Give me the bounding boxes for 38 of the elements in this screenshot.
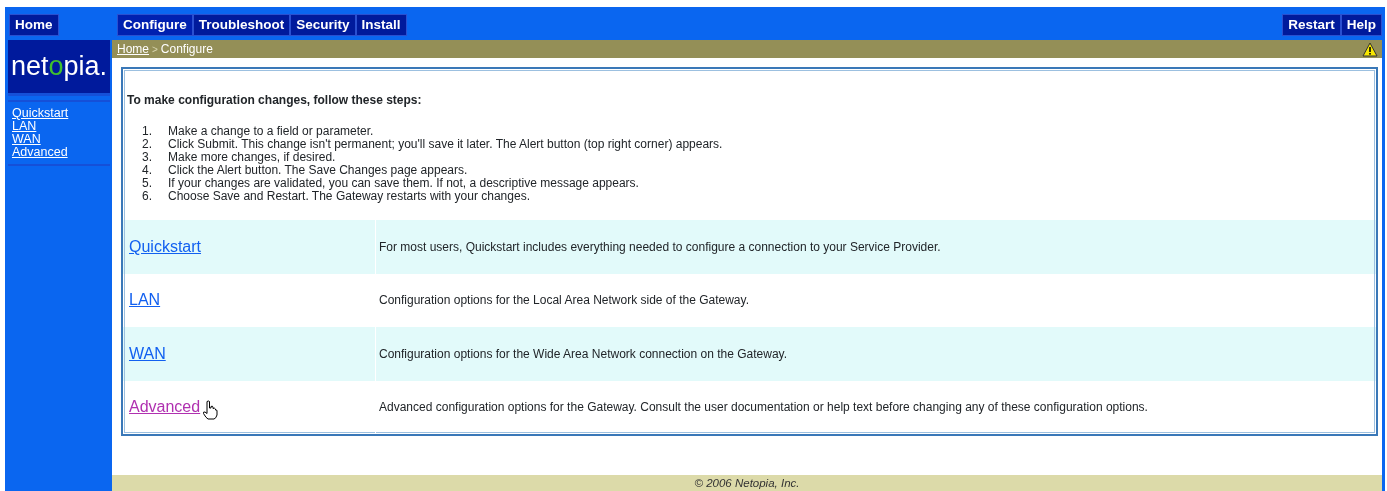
step-text: Make a change to a field or parameter. <box>168 125 374 138</box>
step-number: 6. <box>142 190 153 203</box>
section-description: Configuration options for the Wide Area Network connection on the Gateway. <box>378 345 787 363</box>
breadcrumb-link[interactable]: Home <box>117 40 149 58</box>
breadcrumb-separator: > <box>152 42 158 57</box>
step-number: 4. <box>142 164 153 177</box>
step-text: Click the Alert button. The Save Changes page appears. <box>168 164 468 177</box>
section-link[interactable]: LAN <box>129 288 161 313</box>
section-link[interactable]: Quickstart <box>129 234 201 259</box>
step-number: 1. <box>142 125 153 138</box>
breadcrumb-current: Configure <box>160 41 213 58</box>
nav-tab[interactable]: Restart <box>1282 13 1341 36</box>
footer-text: © 2006 Netopia, Inc. <box>112 475 1382 491</box>
instructions-heading: To make configuration changes, follow these steps: <box>127 92 423 109</box>
step-text: Click Submit. This change isn't permanent; you'll save it later. The Alert button (top right corner) appears. <box>168 138 723 151</box>
warning-icon[interactable] <box>1362 41 1378 57</box>
section-link[interactable]: WAN <box>129 341 166 366</box>
step-number: 3. <box>142 151 153 164</box>
nav-tab[interactable]: Troubleshoot <box>192 13 291 36</box>
section-description: For most users, Quickstart includes everything needed to configure a connection to your Service Provider. <box>378 238 941 256</box>
nav-tab[interactable]: Install <box>355 13 407 36</box>
section-description: Advanced configuration options for the Gateway. Consult the user documentation or help text before changing any of these configuration options. <box>378 399 1148 417</box>
step-number: 5. <box>142 177 153 190</box>
nav-tab[interactable]: Home <box>9 13 59 36</box>
step-text: Make more changes, if desired. <box>168 151 336 164</box>
sidebar-link[interactable]: WAN <box>12 133 106 146</box>
nav-tab[interactable]: Help <box>1340 13 1382 36</box>
step-text: Choose Save and Restart. The Gateway restarts with your changes. <box>168 190 530 203</box>
nav-tab[interactable]: Configure <box>117 13 193 36</box>
section-link[interactable]: Advanced <box>129 395 201 420</box>
step-text: If your changes are validated, you can save them. If not, a descriptive message appears. <box>168 177 639 190</box>
sidebar-link[interactable]: Advanced <box>12 146 106 159</box>
sidebar-link[interactable]: Quickstart <box>12 107 106 120</box>
sidebar-link[interactable]: LAN <box>12 120 106 133</box>
section-description: Configuration options for the Local Area Network side of the Gateway. <box>378 292 749 310</box>
step-number: 2. <box>142 138 153 151</box>
nav-tab[interactable]: Security <box>290 13 356 36</box>
logo: netopia. <box>8 40 110 96</box>
